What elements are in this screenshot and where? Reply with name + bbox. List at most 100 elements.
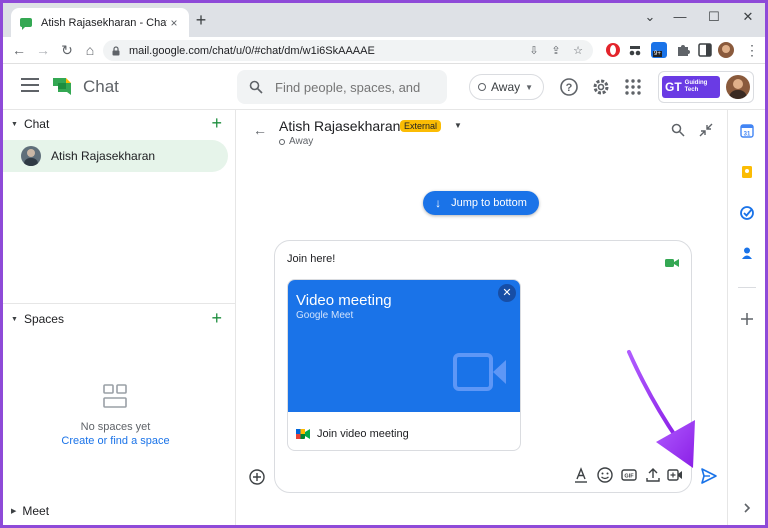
- keep-notes-icon[interactable]: [740, 165, 754, 179]
- browser-toolbar: ← → ↻ ⌂ mail.google.com/chat/u/0/#chat/d…: [3, 37, 765, 64]
- expand-triangle-icon: ▶: [11, 508, 17, 515]
- account-switcher[interactable]: GT Guiding Tech: [658, 71, 754, 103]
- browser-tab[interactable]: Atish Rajasekharan - Chat ×: [11, 8, 189, 37]
- spaces-section-header[interactable]: ▼ Spaces +: [3, 305, 236, 333]
- apps-grid-icon[interactable]: [623, 77, 643, 97]
- svg-text:GIF: GIF: [624, 474, 634, 480]
- maximize-button[interactable]: ☐: [703, 7, 725, 27]
- external-badge: External: [400, 120, 442, 132]
- conversation-menu-chevron-icon[interactable]: ▼: [454, 121, 462, 130]
- calendar-icon[interactable]: 31: [740, 124, 754, 138]
- remove-card-close-icon[interactable]: ✕: [498, 284, 516, 302]
- search-input[interactable]: [275, 79, 425, 95]
- rail-divider: [738, 287, 756, 288]
- new-space-plus-icon[interactable]: +: [211, 309, 222, 327]
- sidebar-item-dm[interactable]: Atish Rajasekharan: [3, 140, 228, 172]
- share-icon[interactable]: ⇪: [549, 44, 563, 58]
- profile-avatar[interactable]: [718, 42, 734, 58]
- search-icon: [249, 80, 263, 94]
- meet-icon: [665, 259, 679, 267]
- spaces-section-label: Spaces: [23, 312, 64, 326]
- tab-close-icon[interactable]: ×: [167, 16, 181, 30]
- status-label: Away: [491, 80, 521, 94]
- minimize-button[interactable]: —: [669, 7, 691, 27]
- collapse-arrows-icon[interactable]: [699, 123, 713, 137]
- expand-panel-chevron-icon[interactable]: [740, 501, 754, 515]
- lock-icon: [112, 45, 120, 55]
- dm-name-label: Atish Rajasekharan: [51, 149, 156, 163]
- join-video-meeting-link[interactable]: Join video meeting: [296, 428, 409, 440]
- meet-section-label: Meet: [22, 504, 50, 518]
- video-meeting-card-banner: Video meeting Google Meet ✕: [288, 280, 520, 412]
- google-meet-icon: [296, 429, 310, 439]
- emoji-icon[interactable]: [597, 467, 613, 483]
- back-arrow-icon[interactable]: ←: [253, 122, 267, 138]
- contact-status-label: Away: [289, 136, 314, 147]
- svg-text:?: ?: [566, 82, 573, 94]
- tab-search-icon[interactable]: ⌄: [639, 7, 661, 27]
- main-menu-icon[interactable]: [21, 78, 39, 94]
- meet-section-header[interactable]: ▶ Meet: [3, 499, 236, 523]
- browser-tab-strip: Atish Rajasekharan - Chat × + ⌄ — ☐ ✕: [3, 3, 765, 37]
- search-box[interactable]: [237, 70, 447, 104]
- opera-extension-icon[interactable]: [605, 42, 621, 58]
- install-app-icon[interactable]: ⇩: [527, 44, 541, 58]
- google-chat-logo-icon: [53, 78, 71, 95]
- side-panel-icon[interactable]: [697, 42, 713, 58]
- app-title: Chat: [83, 77, 119, 96]
- brand-text: Guiding Tech: [684, 80, 708, 93]
- settings-gear-icon[interactable]: [591, 77, 611, 97]
- chat-section-header[interactable]: ▼ Chat +: [3, 110, 236, 138]
- conversation-title[interactable]: Atish Rajasekharan: [279, 118, 400, 134]
- contact-avatar: [21, 146, 41, 166]
- conversation-header: ← Atish Rajasekharan External ▼ Away: [237, 110, 727, 154]
- home-icon[interactable]: ⌂: [81, 41, 99, 59]
- chat-section-label: Chat: [23, 117, 50, 131]
- video-meeting-card: Video meeting Google Meet ✕ Join video m…: [287, 279, 521, 451]
- url-text: mail.google.com/chat/u/0/#chat/dm/w1i6Sk…: [129, 44, 375, 57]
- draft-message-text[interactable]: Join here!: [287, 253, 335, 265]
- spaces-empty-icon: [103, 384, 127, 408]
- empty-spaces-text: No spaces yet: [80, 421, 151, 433]
- badge-extension-icon[interactable]: 9+: [651, 42, 667, 58]
- close-window-button[interactable]: ✕: [737, 7, 759, 27]
- reload-icon[interactable]: ↻: [58, 41, 76, 59]
- back-arrow-icon[interactable]: ←: [10, 41, 28, 59]
- puzzle-extensions-icon[interactable]: [675, 42, 691, 58]
- forward-arrow-icon[interactable]: →: [34, 41, 52, 59]
- status-dropdown[interactable]: Away ▼: [469, 74, 544, 100]
- create-space-link[interactable]: Create or find a space: [3, 435, 228, 447]
- add-attachment-plus-icon[interactable]: [249, 469, 265, 485]
- chevron-down-icon: ▼: [525, 82, 534, 92]
- status-away-icon: [478, 83, 486, 91]
- bookmark-star-icon[interactable]: ☆: [571, 44, 585, 58]
- annotation-arrow-icon: [627, 350, 695, 468]
- chat-app-header: Chat Away ▼ ?: [3, 64, 765, 110]
- tasks-icon[interactable]: [740, 206, 754, 220]
- new-tab-button[interactable]: +: [193, 11, 209, 29]
- contact-status: Away: [279, 136, 313, 147]
- incognito-extension-icon[interactable]: [627, 42, 643, 58]
- get-addons-plus-icon[interactable]: [740, 312, 754, 326]
- chat-favicon-icon: [20, 17, 32, 30]
- left-sidebar: ▼ Chat + Atish Rajasekharan ▼ Spaces + N…: [3, 110, 236, 525]
- video-camera-icon: [453, 353, 506, 391]
- extension-badge: 9+: [653, 51, 662, 57]
- collapse-triangle-icon: ▼: [11, 315, 18, 323]
- guiding-tech-logo: GT Guiding Tech: [662, 76, 720, 98]
- contacts-icon[interactable]: [740, 246, 754, 260]
- help-icon[interactable]: ?: [559, 77, 579, 97]
- account-avatar: [726, 75, 750, 99]
- text-format-icon[interactable]: [573, 467, 589, 483]
- jump-to-bottom-label: Jump to bottom: [451, 197, 527, 209]
- tab-title: Atish Rajasekharan - Chat: [41, 16, 167, 29]
- collapse-triangle-icon: ▼: [11, 120, 18, 128]
- join-video-meeting-label: Join video meeting: [317, 428, 409, 440]
- address-bar[interactable]: mail.google.com/chat/u/0/#chat/dm/w1i6Sk…: [103, 40, 593, 61]
- screenshot-frame: Atish Rajasekharan - Chat × + ⌄ — ☐ ✕ ← …: [3, 3, 765, 525]
- section-divider: [3, 303, 236, 304]
- search-in-conversation-icon[interactable]: [671, 123, 685, 137]
- browser-menu-icon[interactable]: ⋮: [743, 41, 761, 59]
- new-chat-plus-icon[interactable]: +: [211, 114, 222, 132]
- jump-to-bottom-button[interactable]: ↓ Jump to bottom: [423, 191, 539, 215]
